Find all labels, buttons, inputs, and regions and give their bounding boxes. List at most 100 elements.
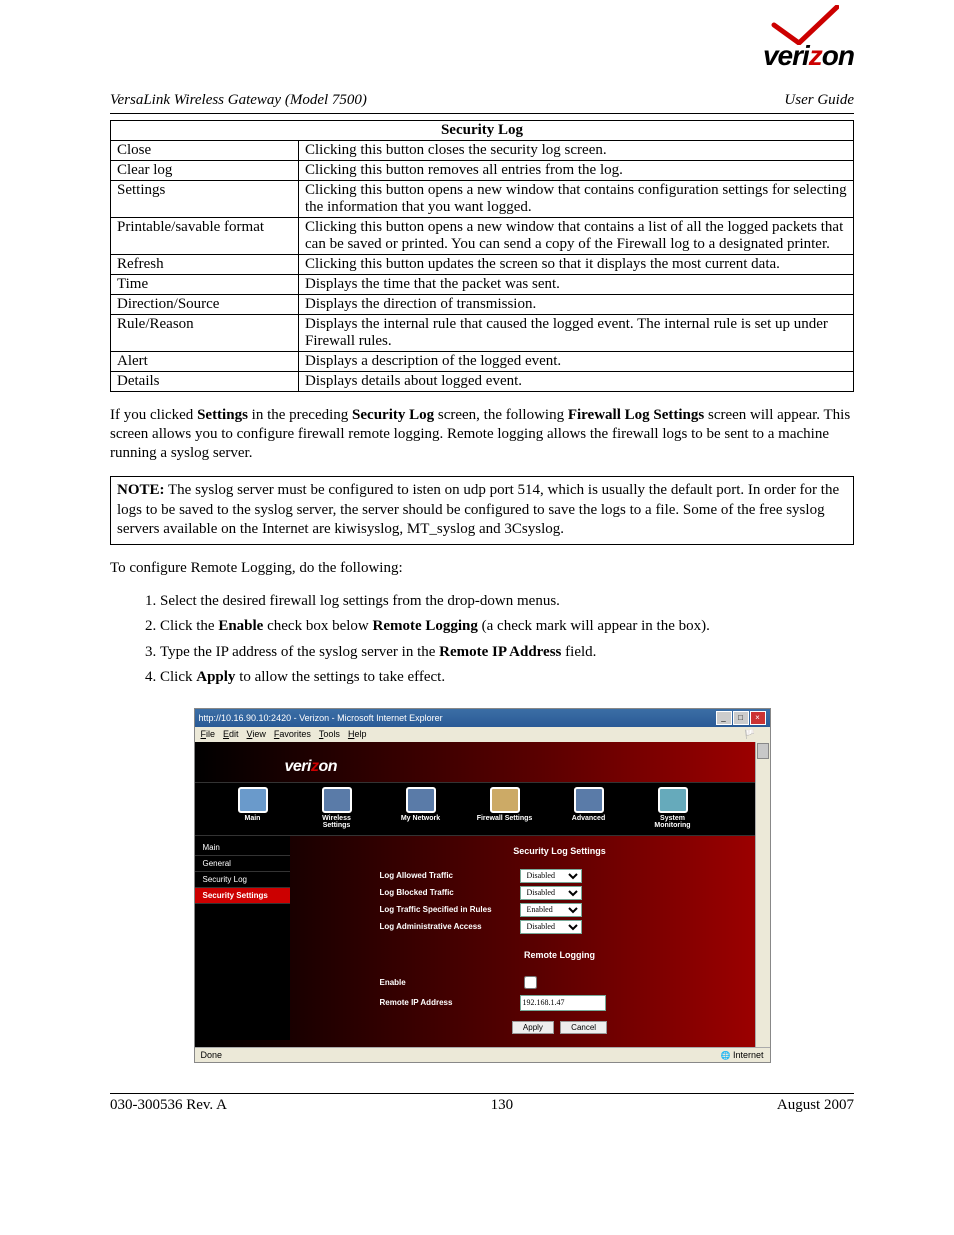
row-name: Rule/Reason xyxy=(111,315,299,352)
brand-logo: verizon xyxy=(110,40,854,72)
row-name: Refresh xyxy=(111,255,299,275)
row-name: Details xyxy=(111,372,299,392)
row-name: Alert xyxy=(111,352,299,372)
table-row: SettingsClicking this button opens a new… xyxy=(111,181,854,218)
setting-label: Log Administrative Access xyxy=(380,922,520,931)
menu-item[interactable]: View xyxy=(247,729,266,739)
remote-logging-title: Remote Logging xyxy=(380,946,740,970)
doc-title: VersaLink Wireless Gateway (Model 7500) xyxy=(110,92,367,109)
nav-icon xyxy=(406,787,436,813)
apply-button[interactable]: Apply xyxy=(512,1021,554,1034)
menu-item[interactable]: Help xyxy=(348,729,367,739)
row-name: Clear log xyxy=(111,161,299,181)
table-row: DetailsDisplays details about logged eve… xyxy=(111,372,854,392)
close-button[interactable]: × xyxy=(750,711,766,725)
setting-label: Log Blocked Traffic xyxy=(380,888,520,897)
row-name: Printable/savable format xyxy=(111,218,299,255)
status-bar: Done Internet xyxy=(195,1047,770,1062)
sidebar-item[interactable]: Security Log xyxy=(195,872,290,888)
nav-icon xyxy=(238,787,268,813)
row-desc: Displays details about logged event. xyxy=(299,372,854,392)
nav-item[interactable]: Main xyxy=(225,787,281,829)
table-title: Security Log xyxy=(111,121,854,141)
setting-label: Log Traffic Specified in Rules xyxy=(380,905,520,914)
row-desc: Displays the direction of transmission. xyxy=(299,295,854,315)
row-desc: Displays the time that the packet was se… xyxy=(299,275,854,295)
status-zone: Internet xyxy=(721,1050,764,1060)
nav-item[interactable]: System Monitoring xyxy=(645,787,701,829)
embedded-screenshot: http://10.16.90.10:2420 - Verizon - Micr… xyxy=(194,708,771,1063)
table-row: CloseClicking this button closes the sec… xyxy=(111,141,854,161)
enable-label: Enable xyxy=(380,978,520,987)
status-done: Done xyxy=(201,1050,223,1060)
page-logo: verizon xyxy=(195,742,770,782)
instructions-intro: To configure Remote Logging, do the foll… xyxy=(110,559,854,578)
nav-item[interactable]: My Network xyxy=(393,787,449,829)
row-desc: Clicking this button closes the security… xyxy=(299,141,854,161)
security-log-table: Security Log CloseClicking this button c… xyxy=(110,120,854,392)
instructions-list: Select the desired firewall log settings… xyxy=(140,592,854,688)
nav-icon xyxy=(322,787,352,813)
setting-label: Log Allowed Traffic xyxy=(380,871,520,880)
table-row: AlertDisplays a description of the logge… xyxy=(111,352,854,372)
menu-item[interactable]: Favorites xyxy=(274,729,311,739)
table-row: TimeDisplays the time that the packet wa… xyxy=(111,275,854,295)
setting-select[interactable]: Disabled xyxy=(520,869,582,883)
instruction-step: Select the desired firewall log settings… xyxy=(160,592,854,612)
browser-menubar: File Edit View Favorites Tools Help 🏳️ xyxy=(195,727,770,742)
window-title: http://10.16.90.10:2420 - Verizon - Micr… xyxy=(199,713,443,723)
nav-item[interactable]: Firewall Settings xyxy=(477,787,533,829)
table-row: Direction/SourceDisplays the direction o… xyxy=(111,295,854,315)
nav-item[interactable]: Wireless Settings xyxy=(309,787,365,829)
row-desc: Displays a description of the logged eve… xyxy=(299,352,854,372)
note-box: NOTE: The syslog server must be configur… xyxy=(110,476,854,545)
minimize-button[interactable]: _ xyxy=(716,711,732,725)
content-title: Security Log Settings xyxy=(380,842,740,866)
menu-item[interactable]: Tools xyxy=(319,729,340,739)
setting-select[interactable]: Enabled xyxy=(520,903,582,917)
table-row: RefreshClicking this button updates the … xyxy=(111,255,854,275)
maximize-button[interactable]: □ xyxy=(733,711,749,725)
row-desc: Clicking this button opens a new window … xyxy=(299,218,854,255)
nav-icon xyxy=(490,787,520,813)
row-name: Close xyxy=(111,141,299,161)
setting-row: Log Blocked TrafficDisabled xyxy=(380,886,740,900)
row-desc: Clicking this button removes all entries… xyxy=(299,161,854,181)
window-titlebar: http://10.16.90.10:2420 - Verizon - Micr… xyxy=(195,709,770,727)
nav-icon xyxy=(658,787,688,813)
setting-select[interactable]: Disabled xyxy=(520,886,582,900)
content-panel: Security Log Settings Log Allowed Traffi… xyxy=(290,836,770,1040)
page-header: VersaLink Wireless Gateway (Model 7500) … xyxy=(110,92,854,109)
setting-row: Log Traffic Specified in RulesEnabled xyxy=(380,903,740,917)
row-name: Settings xyxy=(111,181,299,218)
remote-ip-input[interactable] xyxy=(520,995,606,1011)
header-rule xyxy=(110,113,854,114)
cancel-button[interactable]: Cancel xyxy=(560,1021,607,1034)
table-row: Clear logClicking this button removes al… xyxy=(111,161,854,181)
sidebar-item[interactable]: General xyxy=(195,856,290,872)
table-row: Printable/savable formatClicking this bu… xyxy=(111,218,854,255)
remote-ip-label: Remote IP Address xyxy=(380,998,520,1007)
sidebar-item[interactable]: Security Settings xyxy=(195,888,290,904)
menu-item[interactable]: File xyxy=(201,729,216,739)
doc-type: User Guide xyxy=(784,92,854,109)
settings-paragraph: If you clicked Settings in the preceding… xyxy=(110,406,854,462)
sidebar-item[interactable]: Main xyxy=(195,840,290,856)
row-desc: Clicking this button updates the screen … xyxy=(299,255,854,275)
table-row: Rule/ReasonDisplays the internal rule th… xyxy=(111,315,854,352)
instruction-step: Click the Enable check box below Remote … xyxy=(160,617,854,637)
enable-checkbox[interactable] xyxy=(524,976,537,989)
row-desc: Clicking this button opens a new window … xyxy=(299,181,854,218)
instruction-step: Type the IP address of the syslog server… xyxy=(160,643,854,663)
footer-date: August 2007 xyxy=(777,1097,854,1114)
main-nav: Main Wireless Settings My Network Firewall … xyxy=(195,782,770,836)
ie-logo-icon: 🏳️ xyxy=(744,729,755,740)
scrollbar[interactable] xyxy=(755,742,770,1047)
menu-item[interactable]: Edit xyxy=(223,729,239,739)
instruction-step: Click Apply to allow the settings to tak… xyxy=(160,668,854,688)
nav-item[interactable]: Advanced xyxy=(561,787,617,829)
row-name: Direction/Source xyxy=(111,295,299,315)
setting-select[interactable]: Disabled xyxy=(520,920,582,934)
setting-row: Log Administrative AccessDisabled xyxy=(380,920,740,934)
setting-row: Log Allowed TrafficDisabled xyxy=(380,869,740,883)
